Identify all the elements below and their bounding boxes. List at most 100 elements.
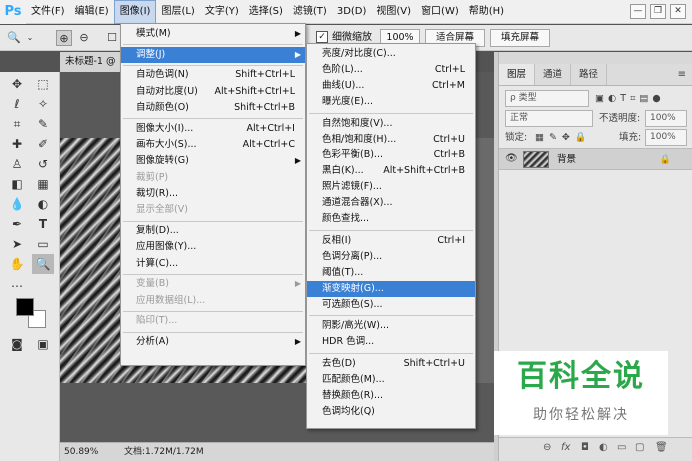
menu-item[interactable]: 黑白(K)... Alt+Shift+Ctrl+B xyxy=(307,163,475,179)
quick-mask-icon[interactable]: ◙ xyxy=(6,334,28,354)
menu-item[interactable]: HDR 色调... xyxy=(307,334,475,350)
menu-item[interactable]: 自动颜色(O) Shift+Ctrl+B xyxy=(121,100,305,116)
menu-item[interactable]: 自然饱和度(V)... xyxy=(307,116,475,132)
brush-tool-icon[interactable]: ✐ xyxy=(32,134,54,154)
mask-icon[interactable]: ◘ xyxy=(581,442,589,453)
menu-item[interactable]: 颜色查找... xyxy=(307,211,475,227)
link-icon[interactable]: ⊖ xyxy=(543,442,551,453)
panel-menu-icon[interactable]: ≡ xyxy=(678,64,686,86)
menu-item[interactable]: 色相/饱和度(H)... Ctrl+U xyxy=(307,132,475,148)
menu-item[interactable]: 色调均化(Q) xyxy=(307,404,475,420)
new-layer-icon[interactable]: ▢ xyxy=(635,442,644,453)
filter-icons[interactable]: ▣◐T⌗▤● xyxy=(595,90,665,108)
healing-brush-icon[interactable]: ✚ xyxy=(6,134,28,154)
menu-item[interactable]: 渐变映射(G)... xyxy=(307,280,475,297)
hand-tool-icon[interactable]: ✋ xyxy=(6,254,28,274)
minimize-button[interactable]: — xyxy=(630,4,646,19)
resize-windows-checkbox[interactable]: ☐ xyxy=(104,30,120,46)
eyedropper-icon[interactable]: ✎ xyxy=(32,114,54,134)
trash-icon[interactable]: 🗑 xyxy=(655,442,668,453)
menu-help[interactable]: 帮助(H) xyxy=(464,0,509,24)
eraser-tool-icon[interactable]: ◧ xyxy=(6,174,28,194)
menu-window[interactable]: 窗口(W) xyxy=(416,0,464,24)
menu-item[interactable]: 通道混合器(X)... xyxy=(307,195,475,211)
menu-layer[interactable]: 图层(L) xyxy=(156,0,199,24)
menu-filter[interactable]: 滤镜(T) xyxy=(288,0,332,24)
menu-item[interactable]: 自动色调(N) Shift+Ctrl+L xyxy=(121,67,305,83)
layer-kind-filter[interactable]: ρ 类型 xyxy=(505,90,589,107)
marquee-tool-icon[interactable]: ⬚ xyxy=(32,74,54,94)
menu-item[interactable]: 去色(D) Shift+Ctrl+U xyxy=(307,356,475,372)
type-tool-icon[interactable]: T xyxy=(32,214,54,234)
menu-image[interactable]: 图像(I) xyxy=(113,0,157,24)
menu-item[interactable]: 可选颜色(S)... xyxy=(307,297,475,313)
more-tools-icon[interactable]: ⋯ xyxy=(6,276,28,296)
folder-icon[interactable]: ▭ xyxy=(617,442,626,453)
restore-button[interactable]: ❐ xyxy=(650,4,666,19)
rectangle-tool-icon[interactable]: ▭ xyxy=(32,234,54,254)
menu-item[interactable]: 自动对比度(U) Alt+Shift+Ctrl+L xyxy=(121,84,305,100)
menu-item[interactable]: 调整(J) ▶ xyxy=(121,46,305,63)
tab-channels[interactable]: 通道 xyxy=(535,64,572,85)
fx-icon[interactable]: fx xyxy=(561,442,570,453)
menu-view[interactable]: 视图(V) xyxy=(371,0,416,24)
menu-item[interactable]: 照片滤镜(F)... xyxy=(307,179,475,195)
menu-item[interactable]: 替换颜色(R)... xyxy=(307,388,475,404)
zoom-in-icon[interactable]: ⊕ xyxy=(56,30,72,46)
lasso-tool-icon[interactable]: ℓ xyxy=(6,94,28,114)
magic-wand-icon[interactable]: ✧ xyxy=(32,94,54,114)
menu-item[interactable]: 色彩平衡(B)... Ctrl+B xyxy=(307,147,475,163)
chevron-down-icon[interactable]: ⌄ xyxy=(22,30,38,46)
blur-tool-icon[interactable]: 💧 xyxy=(6,194,28,214)
tab-paths[interactable]: 路径 xyxy=(571,64,608,85)
menu-file[interactable]: 文件(F) xyxy=(26,0,70,24)
menu-item[interactable]: 曲线(U)... Ctrl+M xyxy=(307,78,475,94)
menu-item[interactable]: 反相(I) Ctrl+I xyxy=(307,233,475,249)
menu-item[interactable]: 匹配颜色(M)... xyxy=(307,372,475,388)
crop-tool-icon[interactable]: ⌗ xyxy=(6,114,28,134)
menu-type[interactable]: 文字(Y) xyxy=(200,0,244,24)
menu-item[interactable]: 亮度/对比度(C)... xyxy=(307,46,475,62)
menu-edit[interactable]: 编辑(E) xyxy=(70,0,114,24)
clone-stamp-icon[interactable]: ♙ xyxy=(6,154,28,174)
menu-item[interactable]: 分析(A) ▶ xyxy=(121,334,305,350)
zoom-tool-selected-icon[interactable]: 🔍 xyxy=(32,254,54,274)
scrubby-zoom-checkbox[interactable]: ✓ xyxy=(316,31,328,43)
zoom-level[interactable]: 50.89% xyxy=(64,443,98,461)
foreground-color-swatch[interactable] xyxy=(16,298,34,316)
menu-item[interactable]: 图像大小(I)... Alt+Ctrl+I xyxy=(121,121,305,137)
fill-input[interactable]: 100% xyxy=(645,129,687,146)
menu-item[interactable]: 计算(C)... xyxy=(121,256,305,272)
tab-layers[interactable]: 图层 xyxy=(499,64,536,85)
dodge-tool-icon[interactable]: ◐ xyxy=(32,194,54,214)
menu-item[interactable]: 色阶(L)... Ctrl+L xyxy=(307,62,475,78)
pen-tool-icon[interactable]: ✒ xyxy=(6,214,28,234)
menu-item[interactable]: 裁切(R)... xyxy=(121,186,305,202)
gradient-tool-icon[interactable]: ▦ xyxy=(32,174,54,194)
lock-icons[interactable]: ▦✎✥🔒 xyxy=(535,129,592,147)
menu-item[interactable]: 图像旋转(G) ▶ xyxy=(121,153,305,169)
close-button[interactable]: ✕ xyxy=(670,4,686,19)
menu-item[interactable]: 色调分离(P)... xyxy=(307,249,475,265)
blend-mode-select[interactable]: 正常 xyxy=(505,110,593,127)
document-tab[interactable]: 未标题-1 @ xyxy=(60,52,122,72)
eye-icon[interactable]: 👁 xyxy=(505,153,518,164)
menu-item[interactable]: 曝光度(E)... xyxy=(307,94,475,110)
move-tool-icon[interactable]: ✥ xyxy=(6,74,28,94)
menu-item[interactable]: 模式(M) ▶ xyxy=(121,26,305,42)
menu-item[interactable]: 画布大小(S)... Alt+Ctrl+C xyxy=(121,137,305,153)
screen-mode-icon[interactable]: ▣ xyxy=(32,334,54,354)
fill-screen-button[interactable]: 填充屏幕 xyxy=(490,29,550,47)
layer-row-background[interactable]: 👁 背景 🔒 xyxy=(499,148,692,170)
menu-item[interactable]: 应用图像(Y)... xyxy=(121,239,305,255)
zoom-tool-icon[interactable]: 🔍 xyxy=(6,30,22,46)
menu-item[interactable]: 阈值(T)... xyxy=(307,265,475,281)
history-brush-icon[interactable]: ↺ xyxy=(32,154,54,174)
path-selection-icon[interactable]: ➤ xyxy=(6,234,28,254)
menu-item[interactable]: 复制(D)... xyxy=(121,223,305,239)
menu-item[interactable]: 阴影/高光(W)... xyxy=(307,318,475,334)
adjustment-icon[interactable]: ◐ xyxy=(599,442,608,453)
menu-select[interactable]: 选择(S) xyxy=(244,0,288,24)
menu-3d[interactable]: 3D(D) xyxy=(332,0,372,24)
opacity-input[interactable]: 100% xyxy=(645,110,687,127)
